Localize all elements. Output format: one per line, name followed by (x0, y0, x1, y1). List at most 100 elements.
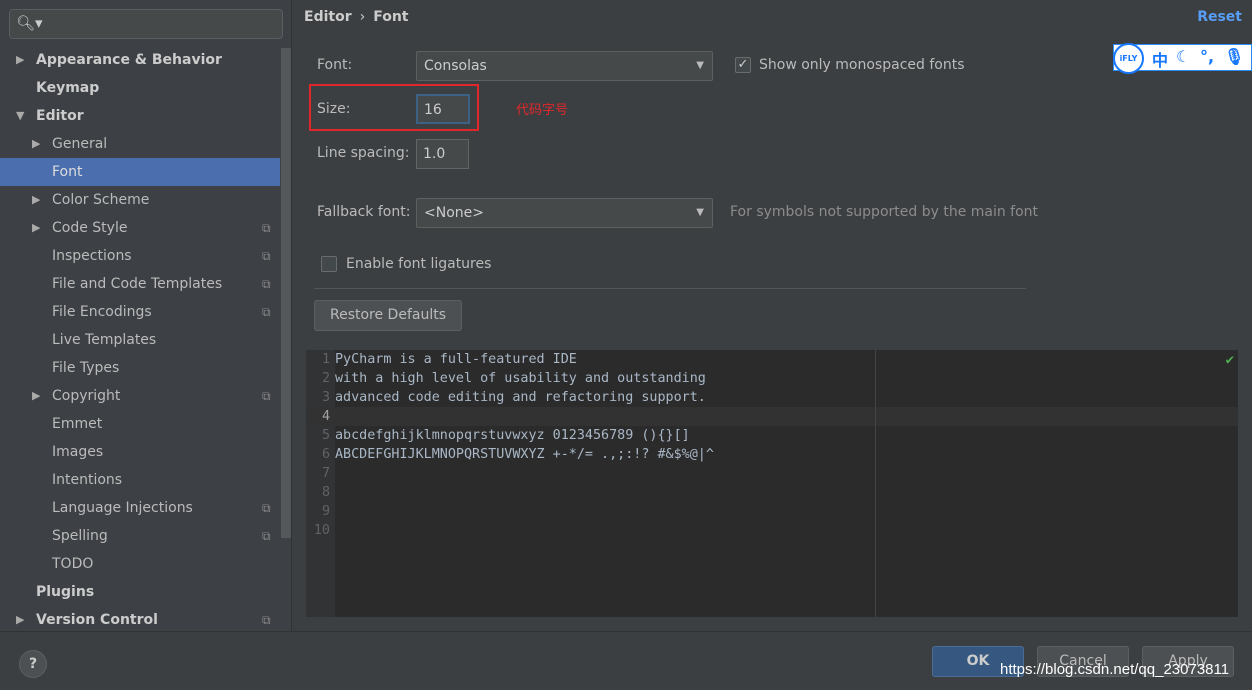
line-spacing-label: Line spacing: (317, 145, 410, 161)
sidebar-item-file-and-code-templates[interactable]: File and Code Templates ⧉ (0, 270, 280, 298)
sidebar-item-intentions[interactable]: Intentions (0, 466, 280, 494)
line-number: 4 (321, 409, 330, 424)
expand-right-icon[interactable]: ▶ (32, 382, 40, 410)
expand-right-icon[interactable]: ▶ (32, 130, 40, 158)
fallback-font-value: <None> (424, 205, 484, 221)
project-settings-icon: ⧉ (262, 305, 271, 319)
expand-down-icon[interactable]: ▼ (16, 102, 24, 130)
preview-line: 10 (306, 521, 1238, 540)
help-button[interactable]: ? (19, 650, 47, 678)
sidebar-item-plugins[interactable]: Plugins (0, 578, 280, 606)
ime-toolbar[interactable]: iFLY 中 ☾ °, 🎙︎ (1113, 43, 1252, 74)
microphone-icon[interactable]: 🎙︎ (1224, 47, 1244, 66)
chevron-down-icon: ▼ (696, 207, 704, 218)
sidebar-item-copyright[interactable]: ▶ Copyright ⧉ (0, 382, 280, 410)
line-number: 9 (321, 504, 330, 519)
sidebar-item-label: Version Control (36, 612, 158, 628)
sidebar-item-appearance-behavior[interactable]: ▶ Appearance & Behavior (0, 46, 280, 74)
expand-right-icon[interactable]: ▶ (32, 214, 40, 242)
preview-line: 2 with a high level of usability and outs… (306, 369, 1238, 388)
sidebar-item-label: Appearance & Behavior (36, 52, 222, 68)
line-number: 8 (321, 485, 330, 500)
sidebar-item-color-scheme[interactable]: ▶ Color Scheme (0, 186, 280, 214)
fallback-font-label: Fallback font: (317, 204, 411, 220)
expand-right-icon[interactable]: ▶ (32, 186, 40, 214)
fallback-font-select[interactable]: <None> ▼ (416, 198, 713, 228)
size-label: Size: (317, 101, 351, 117)
punctuation-icon[interactable]: °, (1200, 47, 1214, 66)
sidebar-item-live-templates[interactable]: Live Templates (0, 326, 280, 354)
sidebar-item-language-injections[interactable]: Language Injections ⧉ (0, 494, 280, 522)
font-preview-editor[interactable]: 1 PyCharm is a full-featured IDE 2 with a h… (306, 350, 1238, 617)
project-settings-icon: ⧉ (262, 389, 271, 403)
sidebar-item-font[interactable]: Font (0, 158, 280, 186)
sidebar-item-code-style[interactable]: ▶ Code Style ⧉ (0, 214, 280, 242)
ligatures-label: Enable font ligatures (346, 256, 492, 272)
sidebar-item-label: Color Scheme (52, 192, 150, 208)
sidebar-item-label: Intentions (52, 472, 123, 488)
line-spacing-input[interactable]: 1.0 (416, 139, 469, 169)
sidebar-item-keymap[interactable]: Keymap (0, 74, 280, 102)
line-number: 6 (321, 447, 330, 462)
search-icon: 🔍︎▾ (16, 14, 43, 32)
breadcrumb-separator: › (359, 9, 366, 25)
sidebar-item-editor[interactable]: ▼ Editor (0, 102, 280, 130)
font-select[interactable]: Consolas ▼ (416, 51, 713, 81)
checkmark-icon: ✓ (737, 57, 749, 72)
sidebar-item-label: Spelling (52, 528, 108, 544)
preview-line: 5 abcdefghijklmnopqrstuvwxyz 0123456789 (… (306, 426, 1238, 445)
expand-right-icon[interactable]: ▶ (16, 46, 24, 74)
breadcrumb-font: Font (373, 9, 409, 25)
sidebar-item-label: TODO (52, 556, 94, 572)
sidebar-item-label: Language Injections (52, 500, 193, 516)
sidebar-item-todo[interactable]: TODO (0, 550, 280, 578)
sidebar-item-label: File Encodings (52, 304, 152, 320)
preview-line: 9 (306, 502, 1238, 521)
sidebar-item-file-encodings[interactable]: File Encodings ⧉ (0, 298, 280, 326)
code-text: abcdefghijklmnopqrstuvwxyz 0123456789 ()… (335, 428, 690, 443)
ime-language-toggle[interactable]: 中 (1152, 47, 1168, 71)
restore-defaults-button[interactable]: Restore Defaults (314, 300, 462, 331)
preview-line: 8 (306, 483, 1238, 502)
sidebar-item-emmet[interactable]: Emmet (0, 410, 280, 438)
sidebar-item-label: Emmet (52, 416, 103, 432)
breadcrumb-editor[interactable]: Editor (304, 9, 352, 25)
code-text: PyCharm is a full-featured IDE (335, 352, 577, 367)
sidebar-scrollbar[interactable] (281, 48, 291, 538)
moon-icon[interactable]: ☾ (1176, 47, 1190, 66)
font-value: Consolas (424, 58, 487, 74)
sidebar-item-general[interactable]: ▶ General (0, 130, 280, 158)
line-number: 1 (321, 352, 330, 367)
size-input[interactable]: 16 (416, 94, 470, 124)
code-text: advanced code editing and refactoring su… (335, 390, 706, 405)
expand-right-icon[interactable]: ▶ (16, 606, 24, 634)
sidebar-item-version-control[interactable]: ▶ Version Control ⧉ (0, 606, 280, 634)
font-label: Font: (317, 57, 353, 73)
settings-search-input[interactable]: 🔍︎▾ (9, 9, 283, 39)
sidebar-item-label: General (52, 136, 108, 152)
project-settings-icon: ⧉ (262, 529, 271, 543)
preview-line: 6 ABCDEFGHIJKLMNOPQRSTUVWXYZ +-*/= .,;:!?… (306, 445, 1238, 464)
sidebar-item-label: Images (52, 444, 104, 460)
sidebar-item-label: File Types (52, 360, 120, 376)
ligatures-checkbox[interactable] (321, 256, 337, 272)
sidebar-item-inspections[interactable]: Inspections ⧉ (0, 242, 280, 270)
reset-link[interactable]: Reset (1197, 9, 1242, 25)
code-text: with a high level of usability and outst… (335, 371, 706, 386)
project-settings-icon: ⧉ (262, 613, 271, 627)
line-number: 5 (321, 428, 330, 443)
preview-line: 7 (306, 464, 1238, 483)
line-number: 7 (321, 466, 330, 481)
sidebar-item-spelling[interactable]: Spelling ⧉ (0, 522, 280, 550)
monospaced-checkbox[interactable]: ✓ (735, 57, 751, 73)
project-settings-icon: ⧉ (262, 249, 271, 263)
sidebar-item-images[interactable]: Images (0, 438, 280, 466)
watermark: https://blog.csdn.net/qq_23073811 (1000, 661, 1230, 678)
right-margin-guide (875, 350, 876, 617)
sidebar-item-label: Code Style (52, 220, 128, 236)
preview-line: 1 PyCharm is a full-featured IDE (306, 350, 1238, 369)
sidebar-item-file-types[interactable]: File Types (0, 354, 280, 382)
line-number: 10 (313, 523, 330, 538)
sidebar-item-label: Copyright (52, 388, 121, 404)
settings-tree: ▶ Appearance & Behavior Keymap ▼ Editor ▶ Gene… (0, 46, 280, 634)
